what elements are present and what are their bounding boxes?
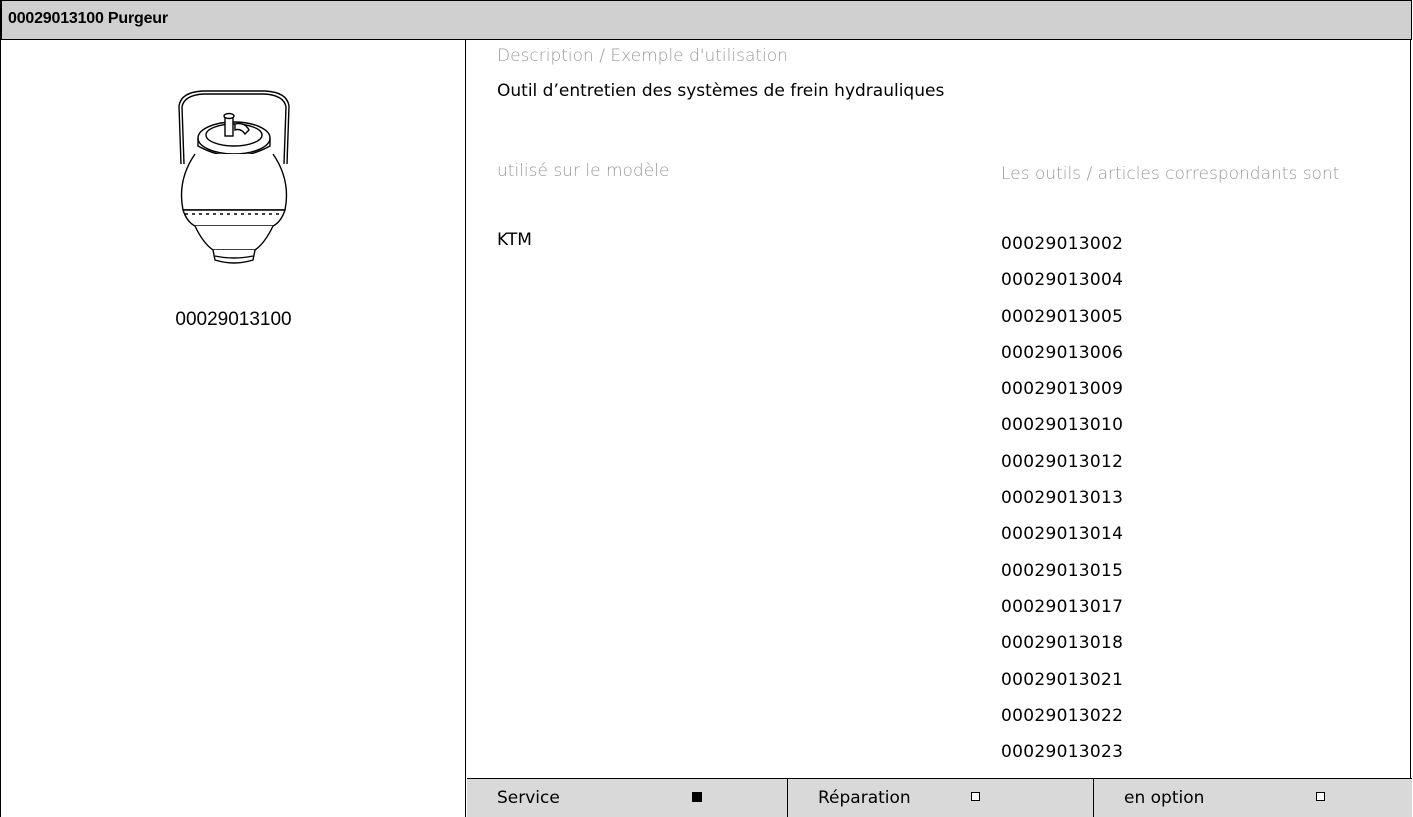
part-number: 00029013010 [1001,415,1124,436]
sheet-title: 00029013100 Purgeur [8,10,168,27]
service-cell: Service [467,779,788,817]
part-number: 00029013002 [1001,234,1124,254]
part-number: 00029013015 [1001,560,1124,581]
part-number: 00029013012 [1001,451,1124,472]
part-number: 00029013023 [1001,742,1124,763]
part-number: 00029013022 [1001,705,1124,726]
repair-cell: Réparation [788,779,1094,817]
sheet-header: 00029013100 Purgeur [1,0,1412,40]
details-column: Description / Exemple d'utilisation Outi… [467,40,1412,817]
service-label: Service [497,788,560,808]
description-text: Outil d’entretien des systèmes de frein … [497,81,945,101]
part-number: 00029013017 [1001,596,1124,617]
part-number: 00029013021 [1001,669,1124,690]
part-number: 00029013009 [1001,379,1124,400]
service-checkbox [692,792,702,802]
part-number: 00029013005 [1001,306,1124,327]
part-number: 00029013018 [1001,633,1124,654]
repair-checkbox [971,792,980,801]
usage-category-bar: Service Réparation en option [467,778,1412,817]
tool-sheet: 00029013100 Purgeur 00029013100 Descript… [0,0,1412,817]
part-number: 00029013013 [1001,488,1124,509]
part-number: 00029013006 [1001,342,1124,363]
model-label: utilisé sur le modèle [497,161,670,181]
optional-cell: en option [1094,779,1412,817]
image-caption: 00029013100 [175,309,292,330]
part-number: 00029013014 [1001,524,1124,545]
bleeder-tool-drawing [178,90,290,264]
image-column: 00029013100 [1,40,466,817]
model-value: KTM [497,230,532,250]
optional-label: en option [1124,788,1205,808]
optional-checkbox [1316,792,1325,801]
description-label: Description / Exemple d'utilisation [497,46,788,66]
related-parts-list: 00029013002 00029013004 00029013005 0002… [1001,226,1123,770]
part-number: 00029013004 [1001,270,1124,291]
related-label: Les outils / articles correspondants son… [1001,164,1340,184]
repair-label: Réparation [818,788,911,808]
